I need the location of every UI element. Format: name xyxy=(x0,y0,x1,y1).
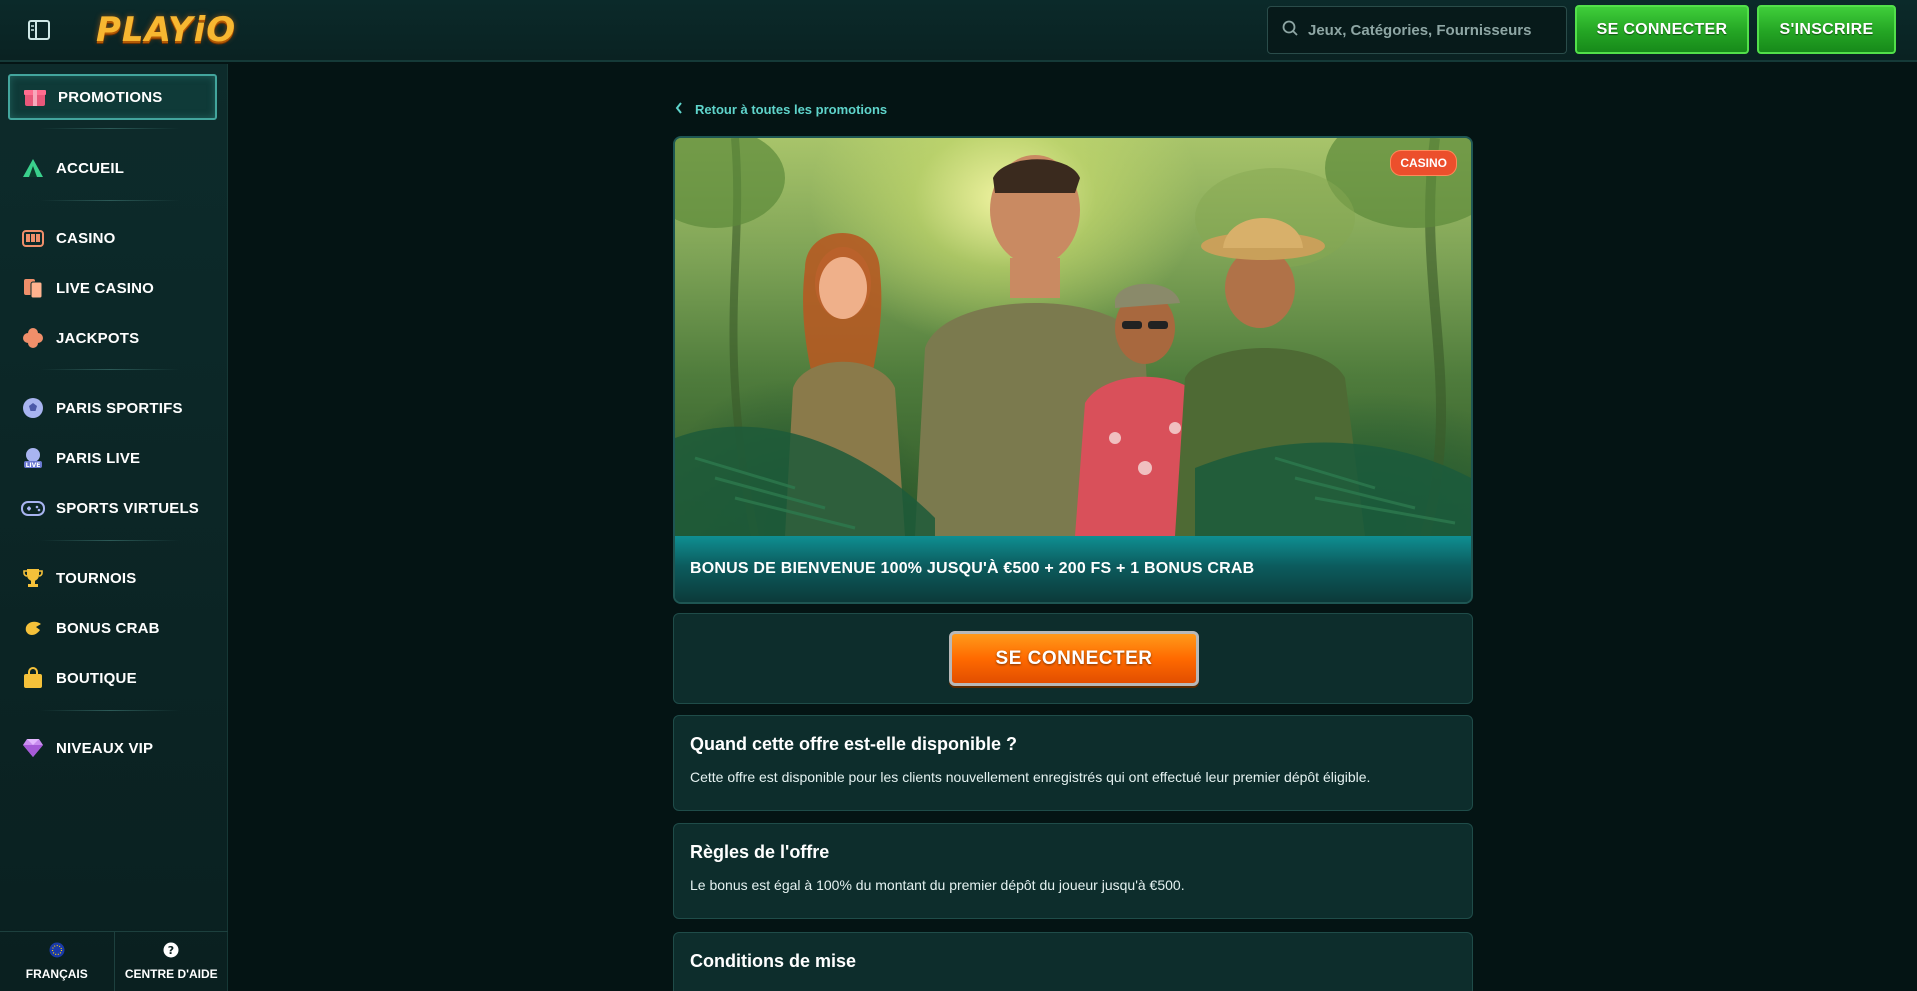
search-icon xyxy=(1282,20,1298,41)
sidebar-item-casino[interactable]: CASINO xyxy=(8,215,217,261)
sidebar-item-label: ACCUEIL xyxy=(56,159,125,177)
sidebar-item-label: BONUS CRAB xyxy=(56,619,160,637)
sidebar-item-accueil[interactable]: ACCUEIL xyxy=(8,145,217,191)
live-icon: LIVE xyxy=(21,446,45,470)
top-header: PLAYiO SE CONNECTER S'INSCRIRE xyxy=(0,0,1917,62)
language-label: FRANÇAIS xyxy=(25,967,88,981)
trophy-icon xyxy=(21,566,45,590)
sidebar-item-label: PARIS SPORTIFS xyxy=(56,399,183,417)
help-icon: ? xyxy=(163,942,179,961)
section-text: Cette offre est disponible pour les clie… xyxy=(690,769,1371,785)
divider xyxy=(40,540,180,541)
sidebar-item-sports-virtuels[interactable]: SPORTS VIRTUELS xyxy=(8,485,217,531)
sidebar-item-label: PARIS LIVE xyxy=(56,449,141,467)
offer-rules-section: Règles de l'offre Le bonus est égal à 10… xyxy=(673,823,1473,919)
sidebar-item-bonus-crab[interactable]: BONUS CRAB xyxy=(8,605,217,651)
sidebar-item-live-casino[interactable]: LIVE CASINO xyxy=(8,265,217,311)
sidebar-item-paris-live[interactable]: LIVE PARIS LIVE xyxy=(8,435,217,481)
sidebar-footer: FRANÇAIS ? CENTRE D'AIDE xyxy=(0,931,228,991)
sidebar-item-tournois[interactable]: TOURNOIS xyxy=(8,555,217,601)
tent-icon xyxy=(21,156,45,180)
back-link-label: Retour à toutes les promotions xyxy=(695,101,888,117)
sidebar-item-label: JACKPOTS xyxy=(56,329,140,347)
section-title: Règles de l'offre xyxy=(690,842,830,862)
sidebar-item-label: TOURNOIS xyxy=(56,569,137,587)
sidebar-item-label: CASINO xyxy=(56,229,116,247)
search-box[interactable] xyxy=(1267,6,1567,54)
cta-card: SE CONNECTER xyxy=(673,613,1473,704)
promotion-title: BONUS DE BIENVENUE 100% JUSQU'À €500 + 2… xyxy=(675,536,1471,602)
svg-text:?: ? xyxy=(168,944,174,957)
section-title: Quand cette offre est-elle disponible ? xyxy=(690,734,1018,754)
playio-logo[interactable]: PLAYiO xyxy=(96,10,236,50)
eu-flag-icon xyxy=(49,942,65,961)
sidebar-item-promotions[interactable]: PROMOTIONS xyxy=(8,74,217,120)
slot-machine-icon xyxy=(21,226,45,250)
sidebar-item-paris-sportifs[interactable]: PARIS SPORTIFS xyxy=(8,385,217,431)
sidebar-item-jackpots[interactable]: JACKPOTS xyxy=(8,315,217,361)
sidebar: PROMOTIONS ACCUEIL CASINO LIVE CASINO JA… xyxy=(0,64,228,991)
sidebar-toggle-icon[interactable] xyxy=(26,18,52,42)
cards-icon xyxy=(21,276,45,300)
availability-section: Quand cette offre est-elle disponible ? … xyxy=(673,715,1473,811)
back-to-promotions-link[interactable]: Retour à toutes les promotions xyxy=(675,101,887,117)
help-center-link[interactable]: ? CENTRE D'AIDE xyxy=(113,932,229,991)
sidebar-item-label: PROMOTIONS xyxy=(58,88,163,106)
sidebar-item-label: BOUTIQUE xyxy=(56,669,137,687)
clover-icon xyxy=(21,326,45,350)
shopping-bag-icon xyxy=(21,666,45,690)
divider xyxy=(40,200,180,201)
gamepad-icon xyxy=(21,496,45,520)
header-register-button[interactable]: S'INSCRIRE xyxy=(1757,5,1896,54)
soccer-ball-icon xyxy=(21,396,45,420)
search-input[interactable] xyxy=(1308,21,1558,39)
diamond-icon xyxy=(21,736,45,760)
sidebar-item-label: LIVE CASINO xyxy=(56,279,155,297)
section-text: Le bonus est égal à 100% du montant du p… xyxy=(690,877,1185,893)
divider xyxy=(40,128,180,129)
section-title: Conditions de mise xyxy=(690,951,857,971)
chevron-left-icon xyxy=(675,101,683,117)
svg-text:LIVE: LIVE xyxy=(26,462,41,469)
sidebar-item-label: SPORTS VIRTUELS xyxy=(56,499,200,517)
divider xyxy=(40,369,180,370)
promotion-hero: CASINO BONUS DE BIENVENUE 100% JUSQU'À €… xyxy=(673,136,1473,604)
category-badge: CASINO xyxy=(1390,150,1457,176)
crab-icon xyxy=(21,616,45,640)
gift-icon xyxy=(23,85,47,109)
sidebar-item-boutique[interactable]: BOUTIQUE xyxy=(8,655,217,701)
sidebar-item-label: NIVEAUX VIP xyxy=(56,739,154,757)
connect-button[interactable]: SE CONNECTER xyxy=(949,631,1199,686)
wagering-conditions-section[interactable]: Conditions de mise xyxy=(673,932,1473,991)
divider xyxy=(40,710,180,711)
sidebar-item-niveaux-vip[interactable]: NIVEAUX VIP xyxy=(8,725,217,771)
language-selector[interactable]: FRANÇAIS xyxy=(0,932,114,991)
header-login-button[interactable]: SE CONNECTER xyxy=(1575,5,1749,54)
help-label: CENTRE D'AIDE xyxy=(124,967,218,981)
promotion-banner-image xyxy=(675,138,1471,536)
